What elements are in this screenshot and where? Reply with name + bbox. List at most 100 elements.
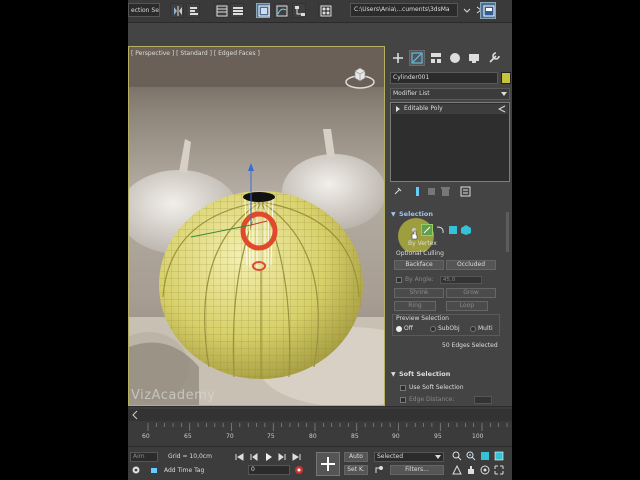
path-dropdown-button[interactable] [462, 3, 472, 18]
field-of-view-icon[interactable] [452, 465, 462, 475]
go-to-end-icon[interactable] [291, 452, 302, 462]
border-mode-button[interactable] [434, 224, 446, 236]
pin-stack-icon[interactable] [392, 186, 403, 197]
by-vertex-checkbox-label[interactable]: By Vertex [408, 240, 437, 247]
use-soft-selection-checkbox[interactable] [400, 385, 406, 391]
watermark: VizAcademy [131, 388, 216, 403]
material-editor-icon [320, 5, 332, 17]
auto-key-button[interactable]: Auto [344, 452, 368, 462]
viewport-label[interactable]: [ Perspective ] [ Standard ] [ Edged Fac… [131, 50, 260, 57]
set-key-big-button[interactable] [316, 452, 340, 476]
configure-modifier-sets-icon[interactable] [460, 186, 471, 197]
by-angle-checkbox[interactable] [396, 277, 402, 283]
add-time-tag-label[interactable]: Add Time Tag [164, 467, 204, 474]
viewcube[interactable] [344, 63, 376, 91]
backface-button[interactable]: Backface [394, 260, 444, 270]
angle-spinner[interactable]: 45,0 [440, 276, 482, 284]
aim-field[interactable]: Aim [130, 452, 158, 462]
mirror-icon [174, 6, 182, 16]
chevron-down-icon [463, 8, 471, 13]
zoom-extents-all-icon[interactable] [494, 451, 504, 461]
curve-editor-button[interactable] [274, 3, 288, 18]
stack-item-label: Editable Poly [404, 105, 443, 112]
tab-motion[interactable] [447, 50, 463, 66]
play-icon[interactable] [263, 452, 274, 462]
object-name-field[interactable]: Cylinder001 [390, 72, 498, 84]
next-frame-icon[interactable] [277, 452, 288, 462]
occluded-button[interactable]: Occluded [446, 260, 496, 270]
curve-editor-icon [276, 5, 288, 17]
schematic-view-button[interactable] [292, 3, 306, 18]
stack-item-editable-poly[interactable]: Editable Poly [392, 104, 508, 114]
tab-utilities[interactable] [486, 50, 502, 66]
filters-button[interactable]: Filters... [390, 465, 444, 475]
project-path-field[interactable]: C:\Users\Ania\...cuments\3dsMa [350, 3, 458, 17]
command-panel: Cylinder001 Modifier List Editable Poly … [388, 46, 512, 406]
current-frame-field[interactable]: 0 [248, 465, 290, 475]
set-key-button[interactable]: Set K. [344, 465, 368, 475]
zoom-all-icon[interactable] [466, 451, 476, 461]
preview-selection-label: Preview Selection [396, 315, 449, 322]
object-color-swatch[interactable] [501, 72, 511, 84]
time-slider[interactable] [128, 409, 512, 421]
edge-mode-button[interactable] [421, 224, 433, 236]
tab-hierarchy[interactable] [428, 50, 444, 66]
preview-off-radio[interactable] [396, 326, 402, 332]
edge-distance-spinner[interactable] [474, 396, 492, 404]
preview-subobj-radio[interactable] [430, 326, 436, 332]
ring-button[interactable]: Ring [394, 301, 436, 311]
panel-scrollbar[interactable] [506, 212, 509, 252]
edge-distance-label: Edge Distance: [409, 396, 455, 403]
workspace-button[interactable] [480, 2, 496, 19]
collapse-triangle-icon: ▼ [391, 371, 396, 378]
grow-button[interactable]: Grow [446, 288, 496, 298]
time-ruler[interactable]: 60 65 70 75 80 85 90 95 100 [128, 423, 512, 445]
remove-modifier-icon[interactable] [440, 186, 451, 197]
expand-triangle-icon[interactable] [395, 106, 401, 112]
edge-distance-checkbox[interactable] [400, 397, 406, 403]
scene-explorer-button[interactable] [214, 3, 228, 18]
polygon-mode-button[interactable] [447, 224, 459, 236]
border-icon [436, 226, 444, 234]
modifier-list-dropdown[interactable]: Modifier List [390, 88, 510, 100]
go-to-start-icon[interactable] [234, 452, 245, 462]
align-button[interactable] [186, 3, 200, 18]
key-mode-icon[interactable] [374, 465, 384, 475]
ribbon-icon [258, 5, 270, 17]
mirror-button[interactable] [170, 3, 184, 18]
key-filter-dropdown[interactable]: Selected [374, 452, 444, 462]
shrink-button[interactable]: Shrink [394, 288, 444, 298]
zoom-extents-icon[interactable] [480, 451, 490, 461]
selection-set-dropdown[interactable]: ection Set [128, 3, 160, 17]
preview-multi-radio[interactable] [470, 326, 476, 332]
tick-label: 65 [184, 433, 192, 440]
tab-display[interactable] [466, 50, 482, 66]
preview-multi-label: Multi [478, 325, 493, 332]
pan-hand-icon[interactable] [466, 465, 476, 475]
grid-size-label: Grid = 10,0cm [168, 453, 212, 460]
element-mode-button[interactable] [460, 224, 472, 236]
layer-explorer-button[interactable] [230, 3, 244, 18]
time-config-icon[interactable] [294, 465, 304, 475]
make-unique-icon[interactable] [426, 186, 437, 197]
loop-button[interactable]: Loop [446, 301, 488, 311]
lock-selection-icon[interactable] [150, 466, 158, 474]
maximize-viewport-icon[interactable] [494, 465, 504, 475]
material-editor-button[interactable] [318, 3, 332, 18]
soft-selection-rollout-header[interactable]: ▼ Soft Selection [390, 369, 508, 380]
tab-create[interactable] [390, 50, 406, 66]
slider-prev-icon[interactable] [130, 409, 140, 421]
perspective-viewport[interactable]: [ Perspective ] [ Standard ] [ Edged Fac… [128, 46, 385, 406]
orbit-icon[interactable] [480, 465, 490, 475]
time-tag-icon[interactable] [132, 466, 140, 474]
tick-label: 95 [434, 433, 442, 440]
previous-frame-icon[interactable] [248, 452, 259, 462]
modifier-list-label: Modifier List [393, 90, 430, 97]
motion-icon [450, 53, 460, 63]
element-icon [461, 225, 471, 235]
ribbon-toggle-button[interactable] [256, 3, 270, 18]
by-angle-label: By Angle: [405, 276, 434, 283]
tab-modify[interactable] [409, 50, 425, 66]
show-end-result-icon[interactable] [412, 186, 423, 197]
zoom-icon[interactable] [452, 451, 462, 461]
